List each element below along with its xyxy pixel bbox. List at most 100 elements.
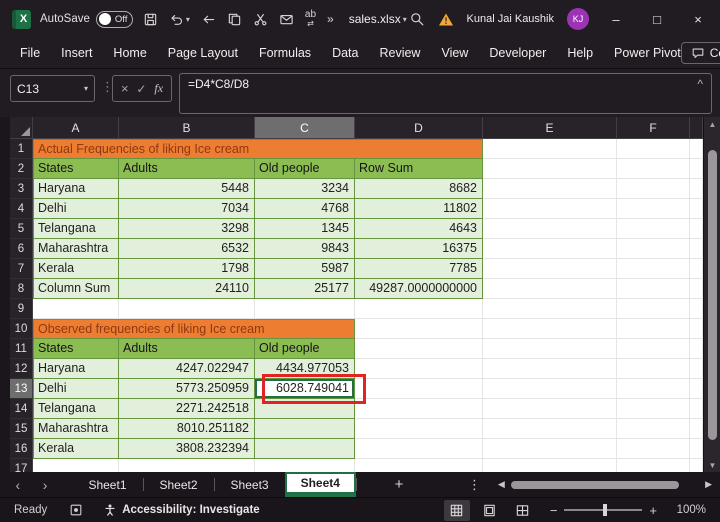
- cell-F16[interactable]: [617, 439, 690, 459]
- select-all-button[interactable]: [10, 117, 33, 139]
- cell-A14[interactable]: Telangana: [33, 399, 119, 419]
- user-name[interactable]: Kunal Jai Kaushik: [467, 13, 554, 25]
- cell-A2[interactable]: States: [33, 159, 119, 179]
- cell-D9[interactable]: [355, 299, 483, 319]
- cell-D13[interactable]: [355, 379, 483, 399]
- cell-F14[interactable]: [617, 399, 690, 419]
- cell-F11[interactable]: [617, 339, 690, 359]
- tab-review[interactable]: Review: [379, 46, 420, 60]
- search-button[interactable]: [409, 11, 425, 27]
- find-replace-button[interactable]: ab ⇄: [305, 10, 316, 29]
- tab-insert[interactable]: Insert: [61, 46, 92, 60]
- cell-E15[interactable]: [483, 419, 617, 439]
- horizontal-scrollbar-thumb[interactable]: [510, 481, 679, 489]
- vertical-scrollbar[interactable]: ▲ ▼: [703, 117, 720, 472]
- cell-B16[interactable]: 3808.232394: [119, 439, 255, 459]
- close-button[interactable]: ×: [684, 12, 712, 27]
- cell-A8[interactable]: Column Sum: [33, 279, 119, 299]
- cell-partial-2[interactable]: [690, 159, 703, 179]
- cell-F3[interactable]: [617, 179, 690, 199]
- cell-A9[interactable]: [33, 299, 119, 319]
- cell-E12[interactable]: [483, 359, 617, 379]
- cell-F8[interactable]: [617, 279, 690, 299]
- cell-F10[interactable]: [617, 319, 690, 339]
- avatar[interactable]: KJ: [567, 8, 589, 30]
- zoom-out-button[interactable]: −: [550, 503, 558, 518]
- cell-F6[interactable]: [617, 239, 690, 259]
- cell-A7[interactable]: Kerala: [33, 259, 119, 279]
- sheet-tab-sheet1[interactable]: Sheet1: [72, 472, 142, 497]
- maximize-button[interactable]: □: [643, 12, 671, 27]
- macro-record-button[interactable]: [69, 503, 83, 517]
- cell-F4[interactable]: [617, 199, 690, 219]
- sheet-tab-sheet3[interactable]: Sheet3: [215, 472, 285, 497]
- cell-A13[interactable]: Delhi: [33, 379, 119, 399]
- tab-file[interactable]: File: [20, 46, 40, 60]
- row-header-3[interactable]: 3: [10, 179, 33, 199]
- cell-B6[interactable]: 6532: [119, 239, 255, 259]
- cell-partial-17[interactable]: [690, 459, 703, 472]
- cell-B4[interactable]: 7034: [119, 199, 255, 219]
- cell-partial-13[interactable]: [690, 379, 703, 399]
- row-header-14[interactable]: 14: [10, 399, 33, 419]
- cell-F5[interactable]: [617, 219, 690, 239]
- cell-C14[interactable]: [255, 399, 355, 419]
- cell-B7[interactable]: 1798: [119, 259, 255, 279]
- row-header-12[interactable]: 12: [10, 359, 33, 379]
- excel-app-icon[interactable]: X: [12, 9, 31, 29]
- scroll-right-icon[interactable]: ▶: [705, 479, 712, 490]
- row-header-8[interactable]: 8: [10, 279, 33, 299]
- cell-B9[interactable]: [119, 299, 255, 319]
- cell-B8[interactable]: 24110: [119, 279, 255, 299]
- cell-C12[interactable]: 4434.977053: [255, 359, 355, 379]
- cell-partial-12[interactable]: [690, 359, 703, 379]
- email-button[interactable]: [279, 12, 294, 27]
- cell-partial-15[interactable]: [690, 419, 703, 439]
- sheet-options-icon[interactable]: ⋮: [465, 477, 484, 493]
- cell-E8[interactable]: [483, 279, 617, 299]
- back-button[interactable]: [201, 12, 216, 27]
- zoom-in-button[interactable]: +: [649, 503, 657, 518]
- cell-partial-8[interactable]: [690, 279, 703, 299]
- cell-D7[interactable]: 7785: [355, 259, 483, 279]
- cell-F7[interactable]: [617, 259, 690, 279]
- collapse-formula-bar-icon[interactable]: ^: [697, 77, 703, 91]
- copy-button[interactable]: [227, 12, 242, 27]
- cell-partial-14[interactable]: [690, 399, 703, 419]
- cell-A11[interactable]: States: [33, 339, 119, 359]
- row-header-6[interactable]: 6: [10, 239, 33, 259]
- row-header-2[interactable]: 2: [10, 159, 33, 179]
- cell-F2[interactable]: [617, 159, 690, 179]
- cell-D16[interactable]: [355, 439, 483, 459]
- page-break-view-button[interactable]: [510, 500, 536, 521]
- scroll-up-icon[interactable]: ▲: [704, 120, 720, 129]
- sheet-tab-sheet4[interactable]: Sheet4: [284, 472, 356, 497]
- cell-F12[interactable]: [617, 359, 690, 379]
- row-header-5[interactable]: 5: [10, 219, 33, 239]
- qat-overflow-button[interactable]: »: [327, 12, 334, 26]
- tab-help[interactable]: Help: [567, 46, 593, 60]
- cell-D4[interactable]: 11802: [355, 199, 483, 219]
- row-header-10[interactable]: 10: [10, 319, 33, 339]
- add-sheet-button[interactable]: +: [385, 476, 413, 493]
- alert-indicator[interactable]: [438, 12, 454, 27]
- tab-data[interactable]: Data: [332, 46, 358, 60]
- cell-E13[interactable]: [483, 379, 617, 399]
- prev-sheet-icon[interactable]: ‹: [0, 477, 36, 493]
- cell-E6[interactable]: [483, 239, 617, 259]
- normal-view-button[interactable]: [443, 499, 470, 521]
- cell-partial-4[interactable]: [690, 199, 703, 219]
- cell-A12[interactable]: Haryana: [33, 359, 119, 379]
- undo-button[interactable]: ▾: [169, 12, 190, 27]
- cell-A15[interactable]: Maharashtra: [33, 419, 119, 439]
- vertical-scrollbar-thumb[interactable]: [708, 150, 717, 440]
- cell-D10[interactable]: [355, 319, 483, 339]
- cell-C17[interactable]: [255, 459, 355, 472]
- cell-partial-6[interactable]: [690, 239, 703, 259]
- page-layout-view-button[interactable]: [477, 500, 503, 521]
- cell-partial-11[interactable]: [690, 339, 703, 359]
- cell-D8[interactable]: 49287.0000000000: [355, 279, 483, 299]
- cell-partial-5[interactable]: [690, 219, 703, 239]
- cell-E1[interactable]: [483, 139, 617, 159]
- cell-A17[interactable]: [33, 459, 119, 472]
